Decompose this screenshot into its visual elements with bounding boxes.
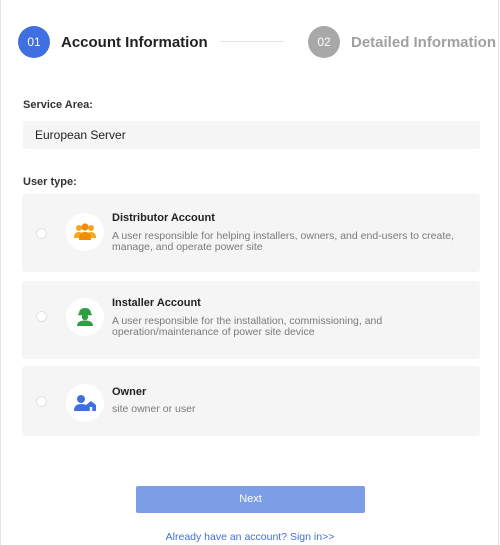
option-description: A user responsible for the installation,… xyxy=(112,315,383,338)
step-label: Detailed Information xyxy=(351,33,497,51)
step-detailed-information: 02 Detailed Information xyxy=(308,26,496,58)
user-type-label: User type: xyxy=(23,176,77,188)
installer-worker-icon xyxy=(66,298,104,336)
option-description: A user responsible for helping installer… xyxy=(112,230,455,253)
service-area-field[interactable]: European Server xyxy=(23,121,480,149)
sign-in-link[interactable]: Already have an account? Sign in>> xyxy=(0,531,500,543)
radio-button[interactable] xyxy=(36,228,47,239)
step-account-information: 01 Account Information xyxy=(18,26,208,58)
page-frame xyxy=(0,0,499,545)
option-title: Installer Account xyxy=(112,297,201,309)
step-connector-line xyxy=(220,41,284,42)
distributor-group-icon xyxy=(66,213,104,251)
stepper: 01 Account Information 02 Detailed Infor… xyxy=(18,26,496,58)
owner-home-icon xyxy=(66,384,104,422)
next-button[interactable]: Next xyxy=(136,486,365,513)
option-title: Owner xyxy=(112,386,147,398)
user-type-option-distributor[interactable]: Distributor Account A user responsible f… xyxy=(22,194,480,272)
user-type-option-installer[interactable]: Installer Account A user responsible for… xyxy=(22,281,480,359)
step-label: Account Information xyxy=(61,33,208,51)
service-area-label: Service Area: xyxy=(23,99,93,111)
user-type-option-owner[interactable]: Owner site owner or user xyxy=(22,366,480,436)
step-number-badge: 02 xyxy=(308,26,340,58)
option-title: Distributor Account xyxy=(112,212,215,224)
radio-button[interactable] xyxy=(36,311,47,322)
step-number-badge: 01 xyxy=(18,26,50,58)
option-description: site owner or user xyxy=(112,403,196,415)
radio-button[interactable] xyxy=(36,396,47,407)
